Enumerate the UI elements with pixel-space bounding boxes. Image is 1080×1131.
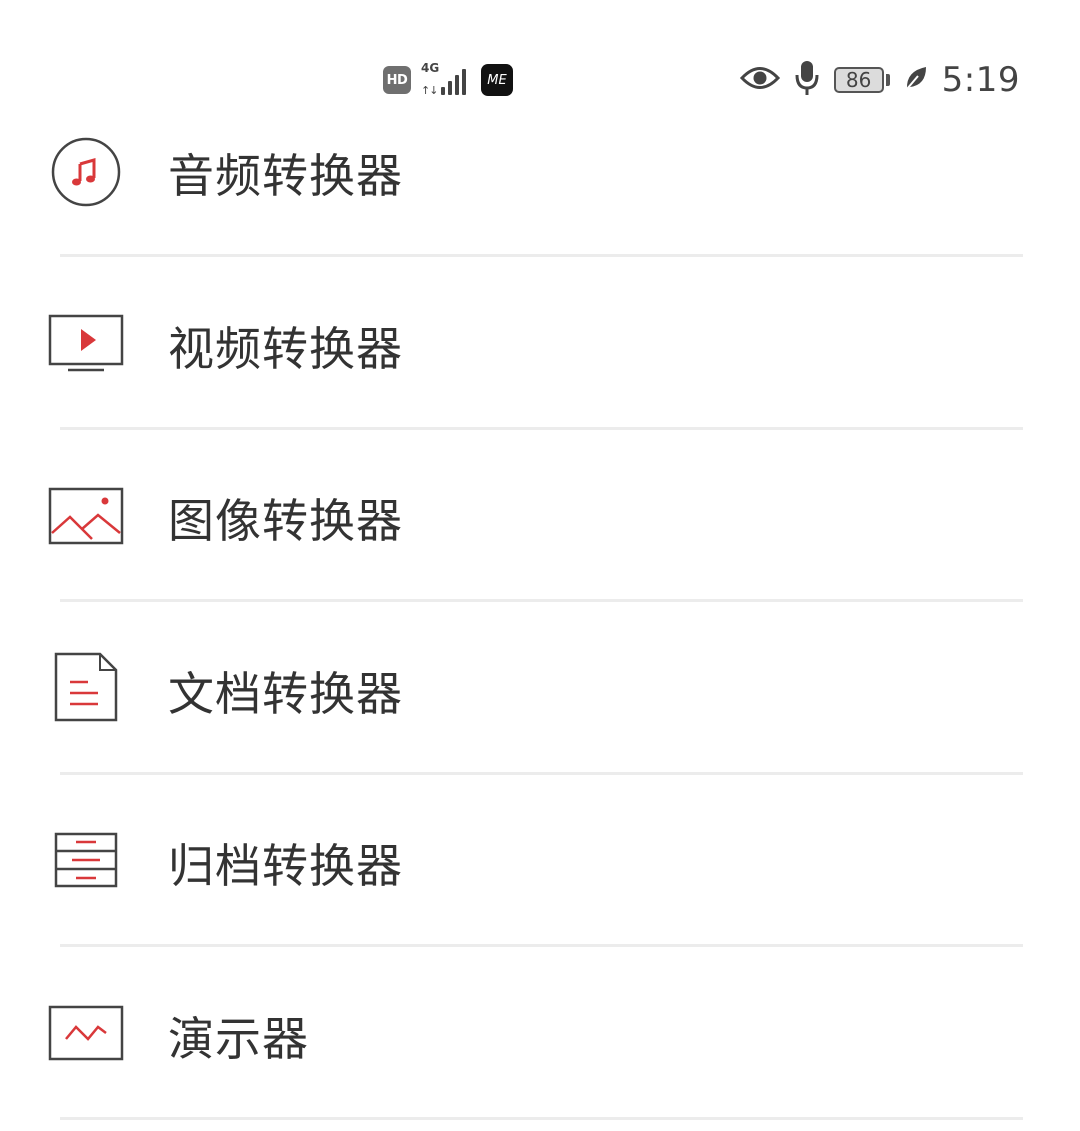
menu-item-label: 音频转换器 — [168, 149, 403, 203]
divider — [60, 254, 1023, 257]
divider — [60, 944, 1023, 947]
menu-item-label: 演示器 — [168, 1011, 309, 1066]
menu-item-image-converter[interactable]: 图像转换器 — [0, 431, 1080, 604]
image-mountain-icon — [48, 479, 124, 555]
menu-item-label: 文档转换器 — [168, 666, 403, 721]
divider — [60, 771, 1023, 775]
document-icon — [48, 652, 124, 728]
menu-item-audio-converter[interactable]: 音频转换器 — [0, 86, 1080, 259]
menu-item-label: 视频转换器 — [168, 321, 403, 376]
menu-item-presentation[interactable]: 演示器 — [0, 949, 1080, 1122]
divider — [60, 1116, 1023, 1120]
menu-item-label: 图像转换器 — [168, 494, 403, 548]
music-note-icon — [48, 134, 124, 210]
menu-item-document-converter[interactable]: 文档转换器 — [0, 604, 1080, 777]
battery-tip — [885, 74, 890, 86]
converter-menu-list: 音频转换器 视频转换器 图像转换器 文档转换器 归档转换器 演示器 — [0, 86, 1080, 1121]
divider — [60, 426, 1023, 430]
menu-item-video-converter[interactable]: 视频转换器 — [0, 259, 1080, 432]
menu-item-label: 归档转换器 — [168, 839, 403, 893]
network-type-label: 4G — [421, 61, 440, 75]
divider — [60, 599, 1023, 602]
menu-item-archive-converter[interactable]: 归档转换器 — [0, 776, 1080, 949]
archive-icon — [48, 824, 124, 900]
presentation-chart-icon — [48, 997, 124, 1073]
video-play-icon — [48, 307, 124, 383]
